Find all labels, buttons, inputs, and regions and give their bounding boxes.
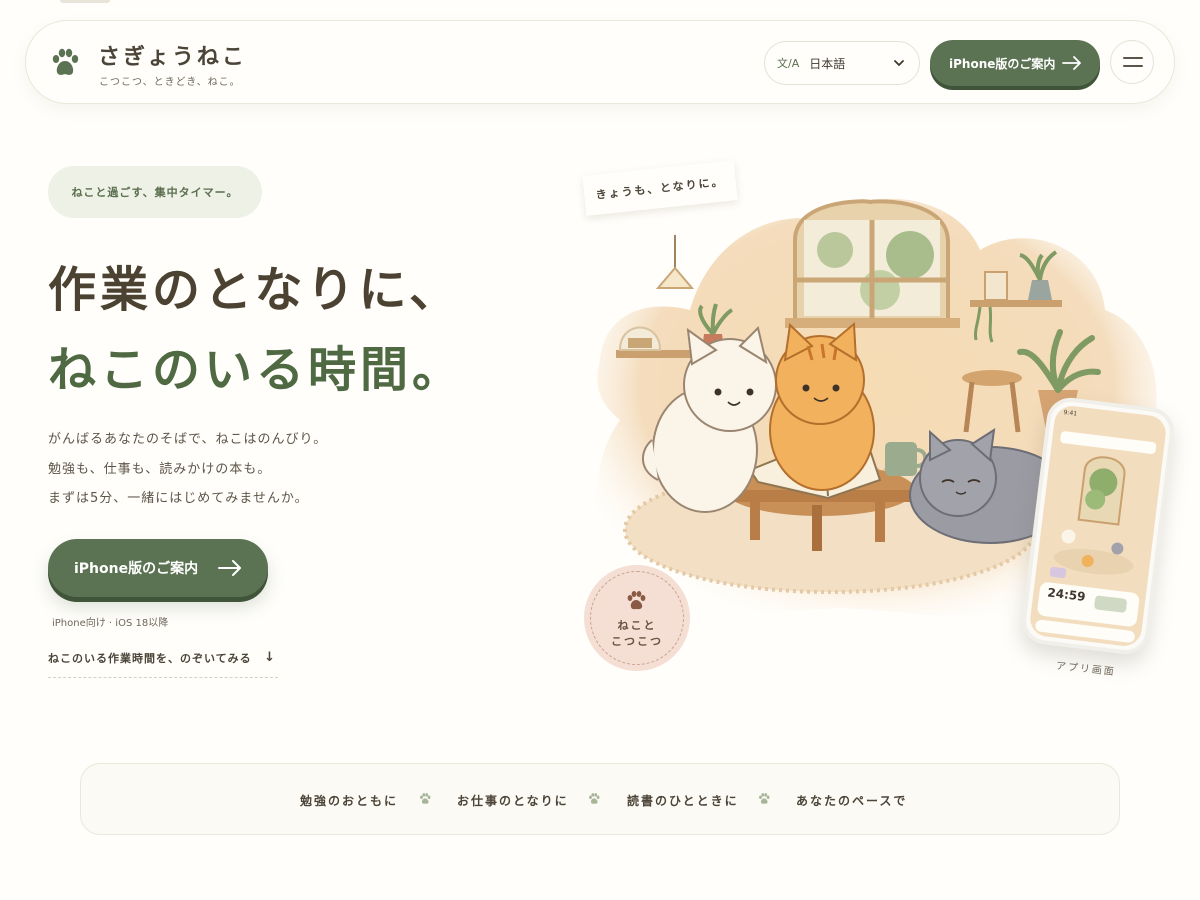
scene-reading: 読書のひとときに <box>627 794 739 808</box>
header-iphone-button[interactable]: iPhone版のご案内 <box>930 40 1100 86</box>
language-icon: 文/A <box>777 57 800 70</box>
usage-scenes-strip: 勉強のおともに お仕事のとなりに 読書のひとときに あなたのペースで <box>80 763 1120 835</box>
headline-line1: 作業のとなりに、 <box>48 262 462 318</box>
arrow-right-icon <box>218 560 241 576</box>
language-value: 日本語 <box>809 56 846 71</box>
phone-timer-button <box>1093 595 1128 614</box>
stamp-text-line2: こつこつ <box>611 635 663 648</box>
menu-icon <box>1123 57 1143 59</box>
description-line2: 勉強も、仕事も、読みかけの本も。 <box>48 462 272 477</box>
description-line1: がんばるあなたのそばで、ねこはのんびり。 <box>48 432 328 447</box>
peek-link-label: ねこのいる作業時間を、のぞいてみる <box>48 652 252 665</box>
paw-icon <box>627 591 646 610</box>
brand-tagline: こつこつ、ときどき、ねこ。 <box>99 77 241 88</box>
peek-scroll-link[interactable]: ねこのいる作業時間を、のぞいてみる ↓ <box>48 650 278 678</box>
menu-icon-line <box>1123 65 1143 67</box>
phone-room-scene <box>1049 431 1157 579</box>
brand-name[interactable]: さぎょうねこ <box>98 39 247 71</box>
paw-icon <box>589 793 600 804</box>
scene-study: 勉強のおともに <box>300 794 399 808</box>
description-line3: まずは5分、一緒にはじめてみませんか。 <box>48 491 309 506</box>
hero-badge: ねこと過ごす、集中タイマー。 <box>48 166 262 218</box>
header-iphone-button-label: iPhone版のご案内 <box>949 56 1056 71</box>
phone-screen: 9:41 24:59 <box>1028 404 1168 648</box>
scene-your-pace: あなたのペースで <box>796 794 908 808</box>
stamp-badge: ねこと こつこつ <box>584 565 690 671</box>
site-header: さぎょうねこ こつこつ、ときどき、ねこ。 文/A 日本語 iPhone版のご案内 <box>25 20 1175 104</box>
hero-iphone-button[interactable]: iPhone版のご案内 <box>48 539 268 597</box>
cta-requirements-note: iPhone向け · iOS 18以降 <box>52 618 169 629</box>
chevron-down-icon <box>894 60 904 66</box>
menu-button[interactable] <box>1110 40 1154 84</box>
stamp-text-line1: ねこと <box>617 619 657 632</box>
paw-icon <box>420 793 431 804</box>
scene-work: お仕事のとなりに <box>457 794 569 808</box>
top-edge-tab <box>60 0 110 3</box>
paw-icon <box>52 48 79 75</box>
language-select[interactable]: 文/A 日本語 <box>764 41 920 85</box>
hero-iphone-button-label: iPhone版のご案内 <box>74 561 199 577</box>
arrow-down-icon: ↓ <box>264 650 276 665</box>
phone-timer: 24:59 <box>1046 585 1087 604</box>
headline-line2: ねこのいる時間。 <box>48 342 465 398</box>
arrow-right-icon <box>1062 56 1081 70</box>
paw-icon <box>759 793 770 804</box>
